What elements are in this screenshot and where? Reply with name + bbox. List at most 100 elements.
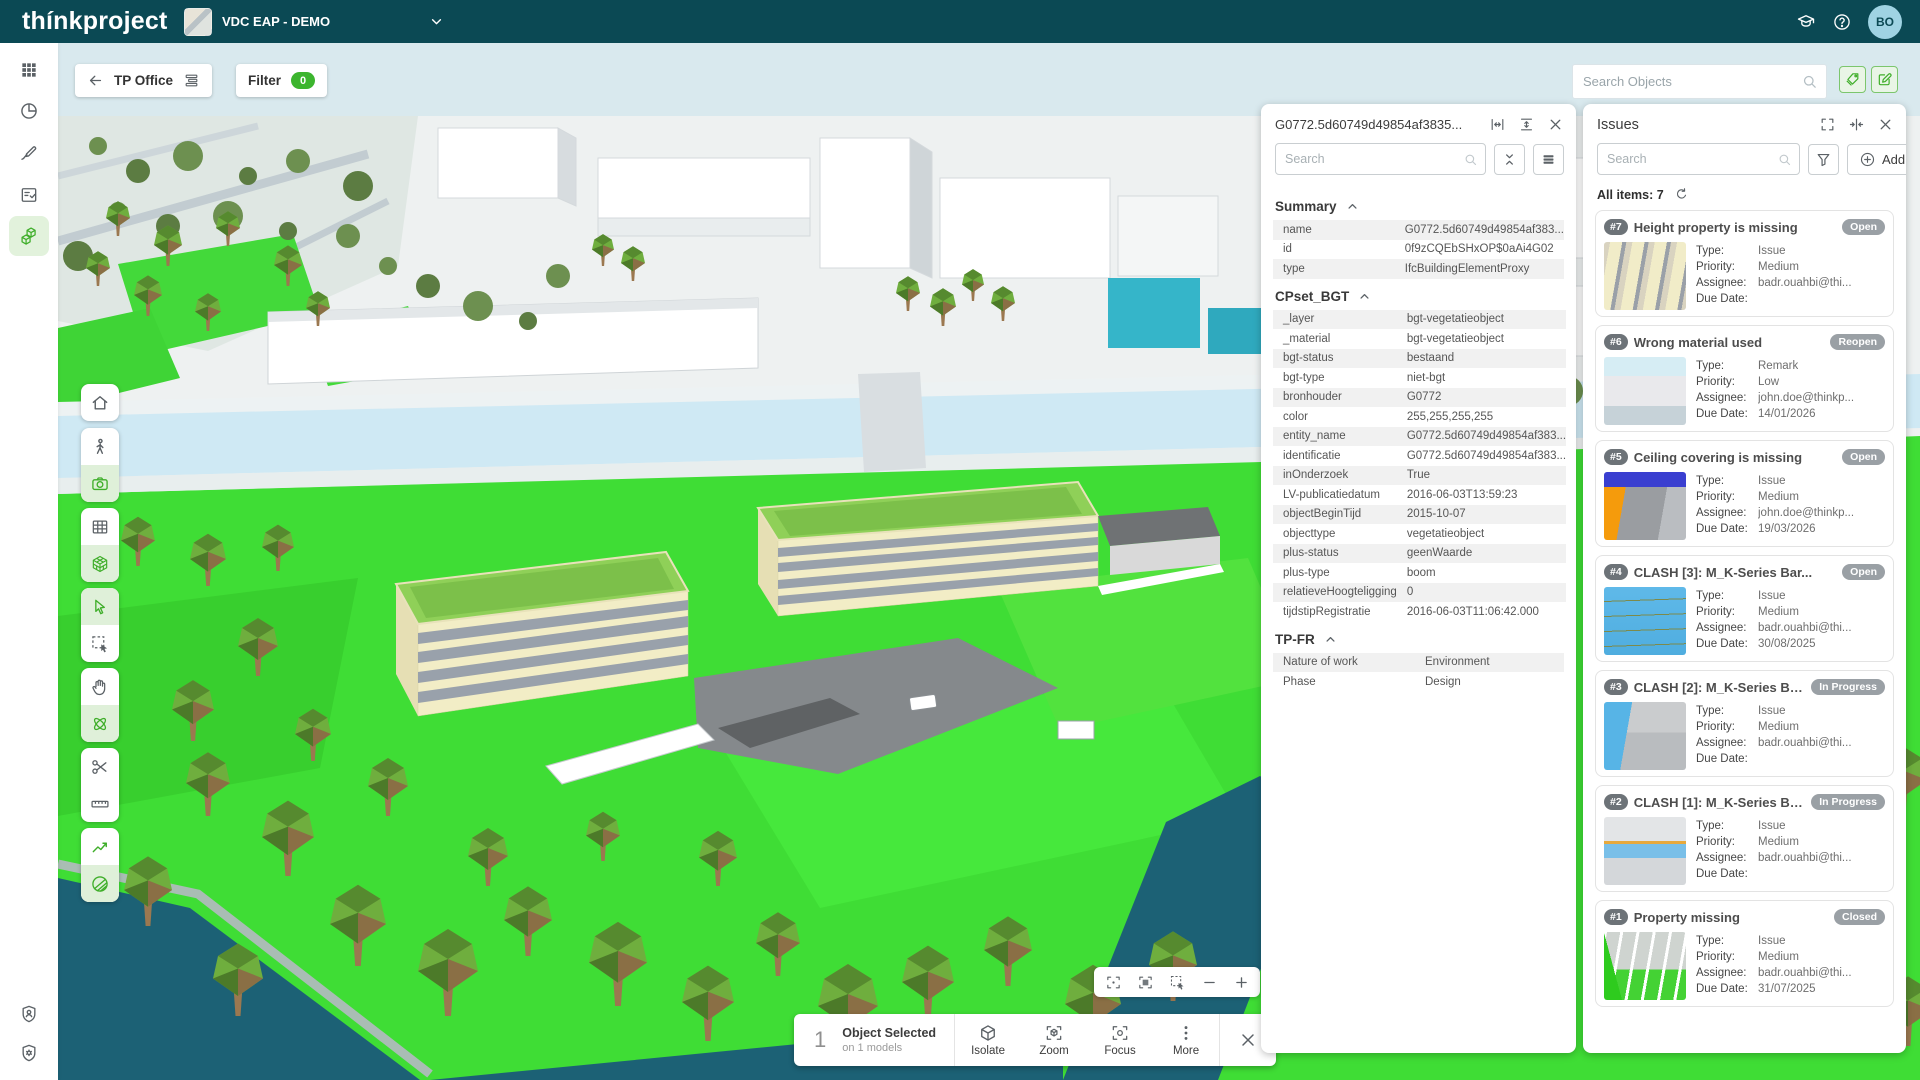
property-row: bgt-typeniet-bgt (1273, 368, 1566, 388)
refresh-issues-button[interactable] (1674, 187, 1689, 202)
help-button[interactable] (1832, 12, 1852, 32)
voxel-cube-icon (90, 554, 110, 574)
issue-card[interactable]: #3 CLASH [2]: M_K-Series Bar... In Progr… (1595, 670, 1894, 777)
section-cut-tool[interactable] (81, 748, 119, 785)
create-issue-button[interactable] (1871, 66, 1898, 93)
graduation-cap-icon (1796, 12, 1816, 32)
properties-panel: G0772.5d60749d49854af3835... Summaryname… (1261, 104, 1576, 1053)
zoom-cube-icon (1044, 1023, 1064, 1043)
issues-search-input[interactable] (1598, 152, 1777, 166)
property-row: entity_nameG0772.5d60749d49854af383... (1273, 427, 1566, 447)
sidebar-item-markup[interactable] (9, 133, 49, 173)
fit-width-button[interactable] (1489, 116, 1506, 133)
row-view-button[interactable] (1533, 144, 1564, 175)
model-explorer-tool[interactable] (81, 545, 119, 582)
issue-field-row: Type:Issue (1696, 818, 1885, 834)
close-issues-button[interactable] (1877, 116, 1894, 133)
issue-field-row: Priority:Medium (1696, 259, 1885, 275)
isolate-button[interactable]: Isolate (955, 1023, 1021, 1057)
property-section-header[interactable]: Summary (1275, 199, 1562, 214)
walk-mode-tool[interactable] (81, 428, 119, 465)
sidebar-item-settings[interactable] (9, 1033, 49, 1073)
issue-fields: Type:IssuePriority:MediumAssignee:badr.o… (1696, 932, 1885, 1000)
collapse-all-button[interactable] (1494, 144, 1525, 175)
property-section-header[interactable]: TP-FR (1275, 632, 1562, 647)
analysis-tool[interactable] (81, 828, 119, 865)
issue-field-row: Priority:Medium (1696, 949, 1885, 965)
issue-status-badge: Reopen (1830, 334, 1885, 350)
back-button[interactable] (87, 72, 104, 89)
property-row: color255,255,255,255 (1273, 407, 1566, 427)
close-properties-button[interactable] (1547, 116, 1564, 133)
learning-button[interactable] (1796, 12, 1816, 32)
issue-title: CLASH [1]: M_K-Series Bar ... (1634, 795, 1806, 810)
issue-card[interactable]: #6 Wrong material used Reopen Type:Remar… (1595, 325, 1894, 432)
shield-user-icon (19, 1004, 39, 1024)
data-table-tool[interactable] (81, 508, 119, 545)
issue-card[interactable]: #2 CLASH [1]: M_K-Series Bar ... In Prog… (1595, 785, 1894, 892)
tags-icon (1844, 71, 1861, 88)
properties-search-input[interactable] (1276, 152, 1463, 166)
issues-count-label: All items: 7 (1597, 188, 1664, 202)
sidebar-item-dashboards[interactable] (9, 91, 49, 131)
pan-tool[interactable] (81, 668, 119, 705)
property-section-header[interactable]: CPset_BGT (1275, 289, 1562, 304)
project-selector[interactable]: VDC EAP - DEMO (174, 0, 455, 43)
issue-card[interactable]: #5 Ceiling covering is missing Open Type… (1595, 440, 1894, 547)
refresh-icon (1674, 187, 1689, 202)
zoom-out-button[interactable] (1196, 969, 1222, 995)
issue-field-row: Type:Remark (1696, 358, 1885, 374)
tags-button[interactable] (1839, 66, 1866, 93)
issue-field-row: Assignee:john.doe@thinkp... (1696, 390, 1885, 406)
search-objects-input[interactable] (1573, 74, 1801, 89)
zoom-in-button[interactable] (1228, 969, 1254, 995)
property-table: nameG0772.5d60749d49854af383...id0f9zCQE… (1273, 220, 1564, 279)
sidebar-item-forms[interactable] (9, 175, 49, 215)
search-icon (1463, 152, 1478, 167)
search-icon (1801, 73, 1818, 90)
expand-panel-button[interactable] (1819, 116, 1836, 133)
top-app-bar: thínkproject VDC EAP - DEMO BO (0, 0, 1920, 43)
measure-tool[interactable] (81, 785, 119, 822)
box-select-button[interactable] (1132, 969, 1158, 995)
expand-icon (1819, 116, 1836, 133)
property-row: plus-statusgeenWaarde (1273, 544, 1566, 564)
model-chip[interactable]: TP Office (75, 64, 212, 97)
minus-icon (1201, 974, 1218, 991)
frame-selection-button[interactable] (1100, 969, 1126, 995)
viewer-controls (1094, 967, 1260, 997)
user-avatar[interactable]: BO (1868, 5, 1902, 39)
sidebar-item-apps[interactable] (9, 50, 49, 90)
orbit-tool[interactable] (81, 705, 119, 742)
issue-title: Ceiling covering is missing (1634, 450, 1836, 465)
focus-icon (1110, 1023, 1130, 1043)
sidebar-item-model-viewer[interactable] (9, 216, 49, 256)
zoom-to-button[interactable]: Zoom (1021, 1023, 1087, 1057)
project-name: VDC EAP - DEMO (222, 14, 330, 29)
property-row: bgt-statusbestaand (1273, 349, 1566, 369)
home-icon (90, 393, 110, 413)
select-tool[interactable] (81, 588, 119, 625)
more-button[interactable]: More (1153, 1023, 1219, 1057)
issue-card[interactable]: #1 Property missing Closed Type:IssuePri… (1595, 900, 1894, 1007)
marquee-select-tool[interactable] (81, 625, 119, 662)
camera-tool[interactable] (81, 465, 119, 502)
focus-button[interactable]: Focus (1087, 1023, 1153, 1057)
scissors-icon (90, 757, 110, 777)
issue-status-badge: Open (1842, 564, 1885, 580)
collapse-panel-button[interactable] (1848, 116, 1865, 133)
add-issue-button[interactable]: Add (1847, 144, 1906, 175)
issue-card[interactable]: #4 CLASH [3]: M_K-Series Bar... Open Typ… (1595, 555, 1894, 662)
home-view-tool[interactable] (81, 384, 119, 421)
fit-height-button[interactable] (1518, 116, 1535, 133)
filter-chip[interactable]: Filter 0 (236, 64, 327, 97)
filter-issues-button[interactable] (1808, 144, 1839, 175)
issue-card[interactable]: #7 Height property is missing Open Type:… (1595, 210, 1894, 317)
clip-plane-tool[interactable] (81, 865, 119, 902)
model-tree-button[interactable] (183, 72, 200, 89)
zoom-window-button[interactable] (1164, 969, 1190, 995)
issue-field-row: Type:Issue (1696, 588, 1885, 604)
issue-fields: Type:IssuePriority:MediumAssignee:john.d… (1696, 472, 1885, 540)
sidebar-item-admin[interactable] (9, 994, 49, 1034)
property-row: plus-typeboom (1273, 563, 1566, 583)
